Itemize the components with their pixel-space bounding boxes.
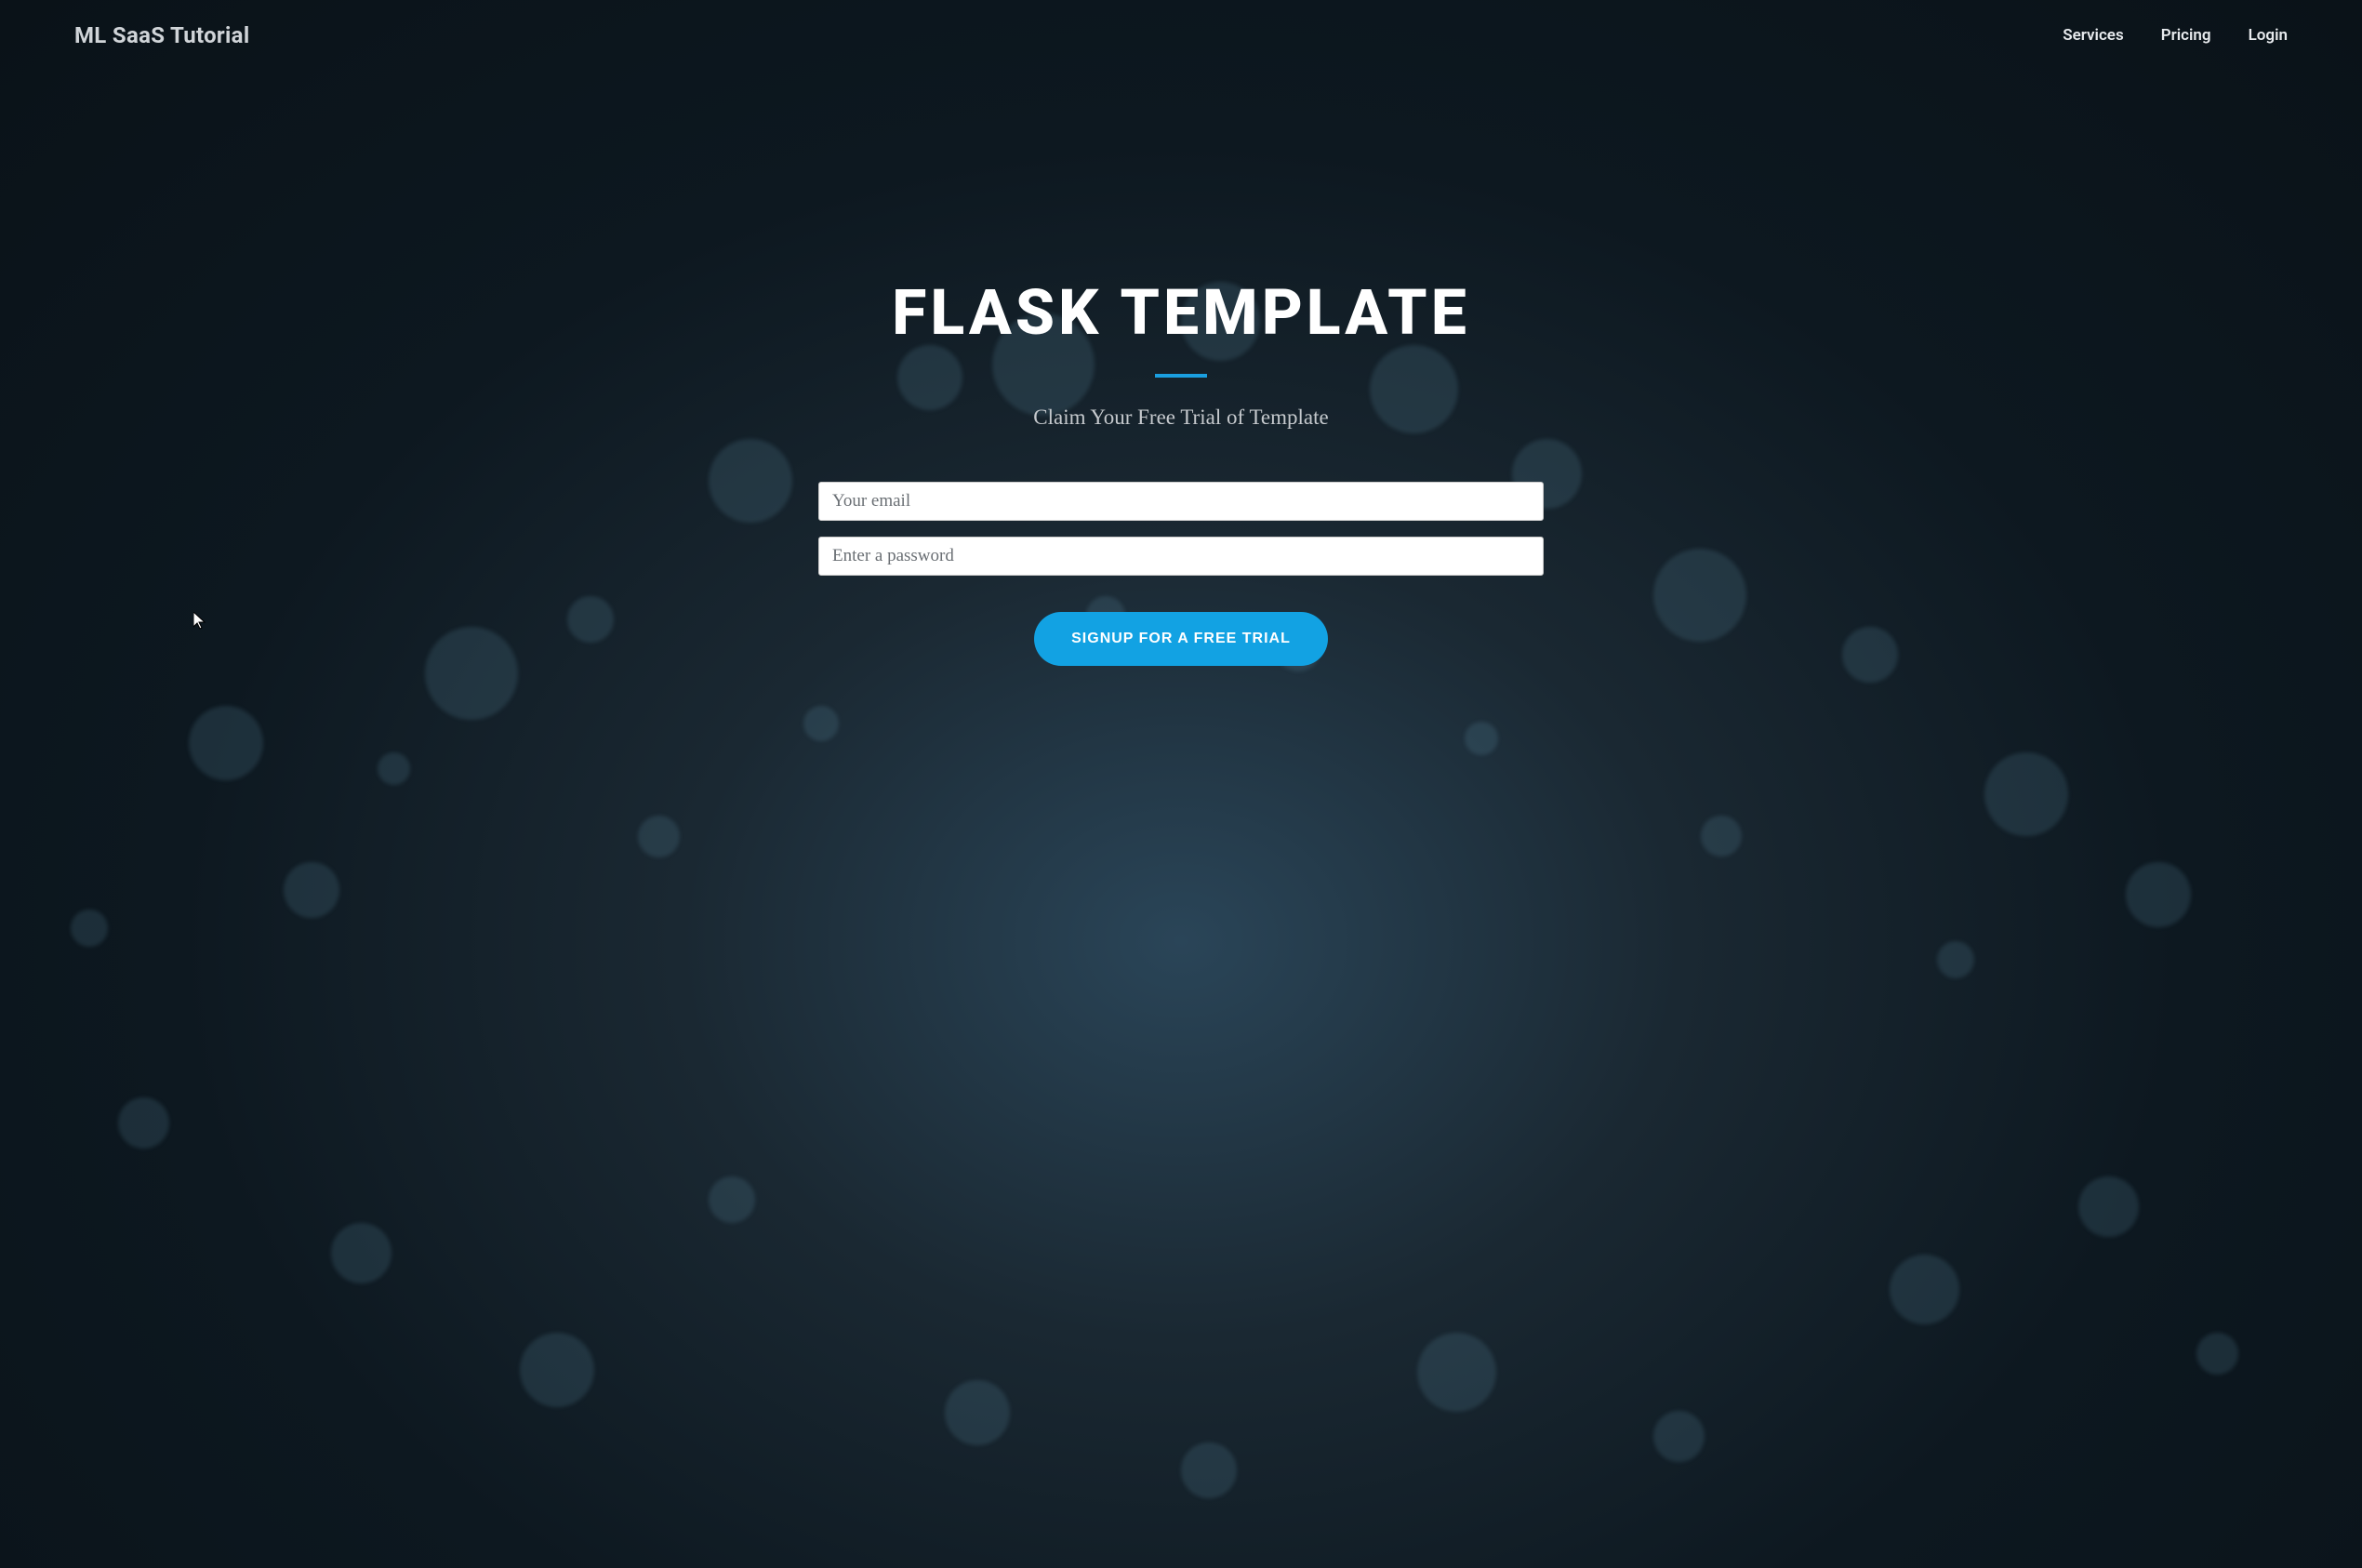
email-input[interactable] [818, 482, 1544, 521]
hero-subtitle: Claim Your Free Trial of Template [1033, 405, 1328, 430]
password-input[interactable] [818, 537, 1544, 576]
nav-links: Services Pricing Login [2063, 26, 2288, 45]
signup-button[interactable]: SIGNUP FOR A FREE TRIAL [1034, 612, 1328, 666]
brand-title[interactable]: ML SaaS Tutorial [74, 22, 249, 48]
nav-link-pricing[interactable]: Pricing [2161, 26, 2211, 45]
navbar: ML SaaS Tutorial Services Pricing Login [0, 0, 2362, 71]
signup-form: SIGNUP FOR A FREE TRIAL [818, 482, 1544, 666]
nav-link-login[interactable]: Login [2249, 26, 2288, 45]
hero-section: FLASK TEMPLATE Claim Your Free Trial of … [0, 275, 2362, 666]
title-divider [1155, 374, 1207, 378]
bokeh-decoration [0, 0, 2362, 1568]
nav-link-services[interactable]: Services [2063, 26, 2123, 45]
hero-title: FLASK TEMPLATE [892, 275, 1470, 350]
